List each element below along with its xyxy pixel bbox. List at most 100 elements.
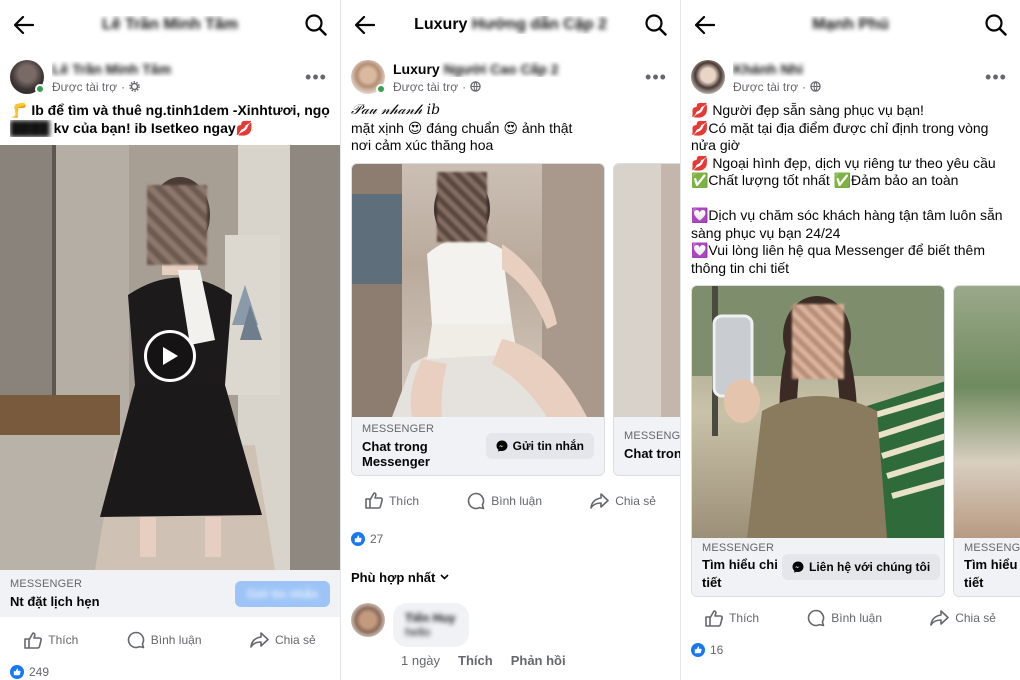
reaction-summary[interactable]: 27 [341, 531, 680, 546]
text-line: sàng phục vụ bạn 24/24 [691, 224, 841, 241]
cta-kicker: MESSENGER [362, 422, 435, 435]
carousel-card[interactable]: MESSENGE Chat trong [613, 162, 680, 476]
page-title: Lê Trần Minh Tâm [101, 16, 238, 33]
like-reaction-icon [691, 643, 705, 657]
cta-headline: Tìm hiểu chi tiết [702, 557, 778, 590]
carousel-card[interactable]: MESSENGER Chat trong Messenger Gửi tin n… [351, 162, 605, 476]
cta-headline: Nt đặt lịch hẹn [10, 594, 100, 609]
comment-sort-dropdown[interactable]: Phù hợp nhất [341, 570, 680, 585]
play-button[interactable] [144, 330, 196, 382]
text-line: mặt xịnh 😍 đáng chuẩn 😍 ảnh thật [351, 119, 573, 136]
post-text: 💋 Người đẹp sẵn sàng phục vụ bạn! 💋Có mặ… [681, 102, 1020, 277]
carousel-card[interactable]: MESSENGE Tìm hiểu tiết [953, 285, 1020, 597]
search-icon[interactable] [984, 13, 1008, 37]
text-line: 🦵 Ib để tìm và thuê ng.tinh1dem -Xinhtươ… [10, 102, 330, 118]
avatar[interactable] [10, 60, 45, 94]
text-line: ✅Chất lượng tốt nhất ✅Đảm bảo an toàn [691, 172, 959, 188]
text-line: 💟Vui lòng liên hệ qua Messenger để biết … [691, 242, 985, 258]
top-bar: Luxury Hướng dẫn Cặp 2 [341, 0, 680, 50]
comment-like-link[interactable]: Thích [458, 653, 493, 668]
text-line [691, 190, 1010, 208]
card-image [954, 286, 1020, 538]
screenshot-collage: Lê Trần Minh Tâm Lê Trần Minh Tâm Được t… [0, 0, 1020, 680]
messenger-cta: MESSENGER Nt đặt lịch hẹn Gửi tin nhắn [0, 570, 340, 617]
send-message-button[interactable]: Gửi tin nhắn [235, 580, 330, 607]
search-icon[interactable] [644, 13, 668, 37]
comment-button[interactable]: Bình luận [467, 492, 542, 510]
cta-headline: Chat trong Messenger [362, 438, 430, 469]
messenger-icon [792, 561, 804, 573]
more-options-icon[interactable]: ••• [984, 67, 1008, 88]
cta-kicker: MESSENGER [702, 542, 775, 554]
ad-carousel[interactable]: MESSENGER Tìm hiểu chi tiết Liên hệ với … [681, 285, 1020, 597]
reaction-summary[interactable]: 16 [681, 643, 1020, 657]
page-title: Mạnh Phú [812, 16, 889, 33]
cta-kicker: MESSENGE [964, 542, 1020, 554]
card-image [614, 163, 680, 417]
reaction-count: 16 [710, 643, 724, 657]
commenter-name[interactable]: Tiến Huy [405, 611, 455, 625]
more-options-icon[interactable]: ••• [644, 67, 668, 88]
thumbs-up-icon [705, 609, 724, 627]
speech-bubble-icon [127, 631, 145, 649]
like-button[interactable]: Thích [705, 609, 759, 627]
like-button[interactable]: Thích [24, 631, 78, 649]
author-name[interactable]: Khánh Nhi [733, 61, 984, 77]
reaction-summary[interactable]: 249 [0, 665, 340, 679]
search-icon[interactable] [304, 13, 328, 37]
comment-button[interactable]: Bình luận [807, 609, 882, 627]
share-button[interactable]: Chia sẻ [590, 492, 656, 509]
carousel-card[interactable]: MESSENGER Tìm hiểu chi tiết Liên hệ với … [691, 285, 945, 597]
card-image [352, 163, 604, 417]
online-indicator [35, 84, 45, 94]
share-arrow-icon [250, 632, 269, 648]
comment-button[interactable]: Bình luận [127, 631, 202, 649]
like-button[interactable]: Thích [365, 492, 419, 509]
share-button[interactable]: Chia sẻ [250, 632, 316, 648]
top-bar: Mạnh Phú [681, 0, 1020, 50]
cta-headline: Chat trong [624, 446, 680, 461]
text-line: 💋 Ngoại hình đẹp, dịch vụ riêng tư theo … [691, 154, 996, 171]
text-line: 💋Có mặt tại địa điểm được chỉ định trong… [691, 119, 989, 136]
top-bar: Lê Trần Minh Tâm [0, 0, 340, 50]
commenter-avatar[interactable] [351, 602, 385, 637]
sponsored-label: Được tài trợ [393, 79, 459, 94]
gear-icon [129, 81, 140, 92]
ad-carousel[interactable]: MESSENGER Chat trong Messenger Gửi tin n… [341, 162, 680, 476]
card-image [692, 286, 944, 538]
back-arrow-icon[interactable] [693, 13, 717, 37]
more-options-icon[interactable]: ••• [304, 67, 328, 88]
action-bar: Thích Bình luận Chia sẻ [681, 599, 1020, 637]
speech-bubble-icon [808, 609, 825, 627]
like-reaction-icon [10, 665, 24, 679]
panel-1: Lê Trần Minh Tâm Lê Trần Minh Tâm Được t… [0, 0, 340, 680]
sponsored-label: Được tài trợ [52, 79, 118, 94]
text-line: ████ kv của bạn! ib Isetkeo ngay💋 [10, 119, 254, 136]
messenger-icon [496, 440, 508, 452]
comment: Tiến Huy hello [341, 602, 680, 647]
globe-icon [470, 81, 481, 92]
share-button[interactable]: Chia sẻ [930, 610, 996, 626]
author-name[interactable]: Luxury Người Cao Cấp 2 [393, 61, 644, 77]
back-arrow-icon[interactable] [353, 13, 377, 37]
thumbs-up-icon [365, 492, 384, 509]
text-line: 𝒫𝒶𝓊 𝓃𝒽𝒶𝓃𝒽 ib [351, 102, 441, 118]
comment-time: 1 ngày [401, 652, 441, 668]
author-name[interactable]: Lê Trần Minh Tâm [52, 61, 304, 77]
post-header: Lê Trần Minh Tâm Được tài trợ · ••• [0, 50, 340, 102]
comment-text: hello [405, 624, 431, 639]
post-text: 𝒫𝒶𝓊 𝓃𝒽𝒶𝓃𝒽 ib mặt xịnh 😍 đáng chuẩn 😍 ảnh… [341, 102, 680, 155]
avatar[interactable] [691, 60, 725, 94]
send-message-button[interactable]: Gửi tin nhắn [485, 432, 594, 459]
contact-us-button[interactable]: Liên hệ với chúng tôi [782, 554, 941, 580]
post-header: Luxury Người Cao Cấp 2 Được tài trợ · ••… [341, 50, 680, 102]
back-arrow-icon[interactable] [12, 13, 36, 37]
action-bar: Thích Bình luận Chia sẻ [0, 621, 340, 659]
sponsored-label: Được tài trợ [733, 79, 799, 94]
avatar[interactable] [351, 60, 386, 94]
comment-reply-link[interactable]: Phản hồi [511, 653, 566, 668]
page-title: Luxury Hướng dẫn Cặp 2 [414, 16, 607, 33]
video-media[interactable] [0, 145, 340, 570]
globe-icon [810, 81, 821, 92]
chevron-down-icon [440, 574, 449, 580]
